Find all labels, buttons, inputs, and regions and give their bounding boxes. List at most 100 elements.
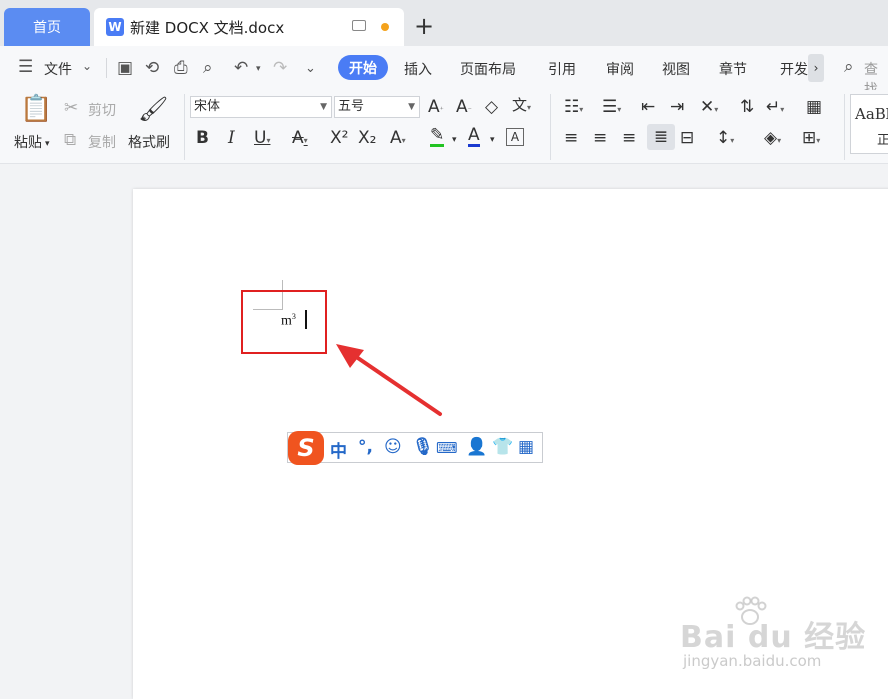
chevron-down-icon[interactable]: ▾	[452, 130, 457, 150]
sort-icon[interactable]: ⇅	[740, 97, 754, 117]
borders-icon[interactable]: ⊞▾	[802, 128, 820, 151]
paragraph-mark-icon[interactable]: ↵▾	[766, 97, 784, 120]
undo-icon[interactable]: ↶	[234, 58, 248, 78]
print-icon[interactable]: ⎙	[174, 58, 188, 78]
divider	[184, 94, 185, 160]
cut-icon[interactable]: ✂	[64, 98, 78, 118]
style-preview-label: 正	[877, 133, 888, 148]
table-tools-icon[interactable]: ▦	[806, 97, 822, 117]
ime-logo-letter: S	[297, 434, 315, 462]
keyboard-icon[interactable]: ⌨	[436, 439, 458, 457]
paste-dropdown-icon[interactable]: ▾	[45, 134, 50, 154]
decrease-font-icon[interactable]: A⁻	[456, 97, 472, 120]
bold-icon[interactable]: B	[196, 128, 209, 148]
menu-bar: ☰ 文件 ⌄ ▣ ⟲ ⎙ ⌕ ↶ ▾ ↷ ⌄ 开始 插入 页面布局 引用 审阅 …	[0, 46, 888, 98]
font-size-value: 五号	[338, 99, 365, 114]
paste-button[interactable]: 粘贴	[14, 132, 42, 152]
line-spacing-icon[interactable]: ↕▾	[716, 128, 734, 151]
user-icon[interactable]: 👤	[466, 437, 487, 457]
undo-dropdown-icon[interactable]: ▾	[256, 64, 261, 74]
menu-file[interactable]: 文件	[44, 59, 72, 79]
microphone-icon[interactable]: 🎙	[412, 437, 434, 457]
tab-home[interactable]: 首页	[4, 8, 90, 46]
align-center-icon[interactable]: ≡	[593, 128, 607, 148]
align-left-icon[interactable]: ≡	[564, 128, 578, 148]
underline-icon[interactable]: U▾	[254, 128, 270, 151]
italic-icon[interactable]: I	[228, 128, 235, 148]
redo-icon[interactable]: ↷	[273, 58, 287, 78]
menu-start[interactable]: 开始	[338, 55, 388, 80]
unsaved-dot-icon	[381, 23, 389, 31]
scroll-right-icon[interactable]: ›	[808, 54, 824, 82]
watermark-brand: Bai du 经验	[680, 620, 867, 655]
menu-developer[interactable]: 开发	[780, 59, 808, 79]
increase-indent-icon[interactable]: ⇥	[670, 97, 684, 117]
distributed-align-icon[interactable]: ⊟	[680, 128, 694, 148]
save-icon[interactable]: ▣	[117, 58, 133, 78]
strikethrough-icon[interactable]: A▾	[292, 128, 308, 151]
text-effect-icon[interactable]: A▾	[390, 128, 406, 151]
emoji-icon[interactable]: ☺	[384, 437, 402, 457]
divider	[550, 94, 551, 160]
character-border-icon[interactable]: A	[506, 128, 524, 146]
highlight-color-icon[interactable]: ✎	[430, 126, 445, 147]
chevron-down-icon: ▼	[408, 102, 415, 112]
divider	[106, 58, 107, 78]
chevron-down-icon: ▼	[320, 102, 327, 112]
phonetic-guide-icon[interactable]: 文▾	[512, 95, 531, 118]
menu-start-label: 开始	[349, 60, 377, 77]
style-preview-text: AaBl	[855, 105, 888, 123]
shading-icon[interactable]: ◈▾	[764, 128, 781, 151]
tab-home-label: 首页	[33, 20, 61, 36]
toolbox-icon[interactable]: ▦	[518, 437, 534, 457]
more-quick-actions-icon[interactable]: ⌄	[305, 61, 316, 76]
search-icon[interactable]: ⌕	[844, 57, 854, 77]
menu-chapter[interactable]: 章节	[719, 59, 747, 79]
bullet-list-icon[interactable]: ☷▾	[564, 97, 583, 120]
ime-mode-toggle[interactable]: 中	[330, 437, 347, 462]
chinese-layout-icon[interactable]: ✕▾	[700, 97, 718, 120]
menu-page-layout[interactable]: 页面布局	[460, 59, 516, 79]
superscript-icon[interactable]: X²	[330, 128, 348, 148]
print-preview-icon[interactable]: ⌕	[203, 58, 213, 78]
font-name-value: 宋体	[194, 99, 221, 114]
cut-button[interactable]: 剪切	[88, 100, 116, 120]
divider	[844, 94, 845, 160]
copy-icon[interactable]: ⧉	[64, 130, 76, 150]
ime-toolbar: S 中 °, ☺ 🎙 ⌨ 👤 👕 ▦	[287, 431, 543, 465]
wps-writer-icon: W	[106, 18, 124, 36]
ime-punctuation-toggle[interactable]: °,	[358, 437, 373, 457]
menu-review[interactable]: 审阅	[606, 59, 634, 79]
hamburger-menu-icon[interactable]: ☰	[18, 57, 33, 77]
menu-view[interactable]: 视图	[662, 59, 690, 79]
font-size-select[interactable]: 五号 ▼	[334, 96, 420, 118]
font-name-select[interactable]: 宋体 ▼	[190, 96, 332, 118]
tab-document-title: 新建 DOCX 文档.docx	[130, 18, 285, 37]
monitor-icon[interactable]	[352, 20, 366, 31]
watermark-url: jingyan.baidu.com	[683, 652, 822, 670]
tab-document[interactable]: W 新建 DOCX 文档.docx	[94, 8, 404, 46]
paste-icon[interactable]: 📋	[20, 94, 52, 124]
ribbon-toolbar: 📋 粘贴 ▾ ✂ 剪切 ⧉ 复制 🖌 格式刷 宋体 ▼ 五号 ▼ A⁺ A⁻ ◇ 文…	[0, 90, 888, 164]
copy-button[interactable]: 复制	[88, 132, 116, 152]
chevron-down-icon[interactable]: ⌄	[82, 59, 92, 73]
annotation-arrow-icon	[336, 344, 442, 416]
font-color-icon[interactable]: A	[468, 126, 480, 147]
clear-format-icon[interactable]: ◇	[485, 97, 498, 117]
decrease-indent-icon[interactable]: ⇤	[641, 97, 655, 117]
sogou-logo-icon[interactable]: S	[288, 431, 324, 465]
increase-font-icon[interactable]: A⁺	[428, 97, 444, 120]
output-pdf-icon[interactable]: ⟲	[145, 58, 159, 78]
chevron-down-icon[interactable]: ▾	[490, 130, 495, 150]
menu-insert[interactable]: 插入	[404, 59, 432, 79]
align-right-icon[interactable]: ≡	[622, 128, 636, 148]
add-tab-button[interactable]: +	[414, 12, 434, 40]
format-painter-icon[interactable]: 🖌	[138, 94, 168, 124]
style-preview-normal[interactable]: AaBl 正	[850, 94, 888, 154]
menu-references[interactable]: 引用	[548, 59, 576, 79]
skin-icon[interactable]: 👕	[492, 437, 513, 457]
align-justify-icon[interactable]: ≣	[647, 124, 675, 150]
numbered-list-icon[interactable]: ☰▾	[602, 97, 621, 120]
format-painter-button[interactable]: 格式刷	[128, 132, 170, 152]
subscript-icon[interactable]: X₂	[358, 128, 376, 148]
